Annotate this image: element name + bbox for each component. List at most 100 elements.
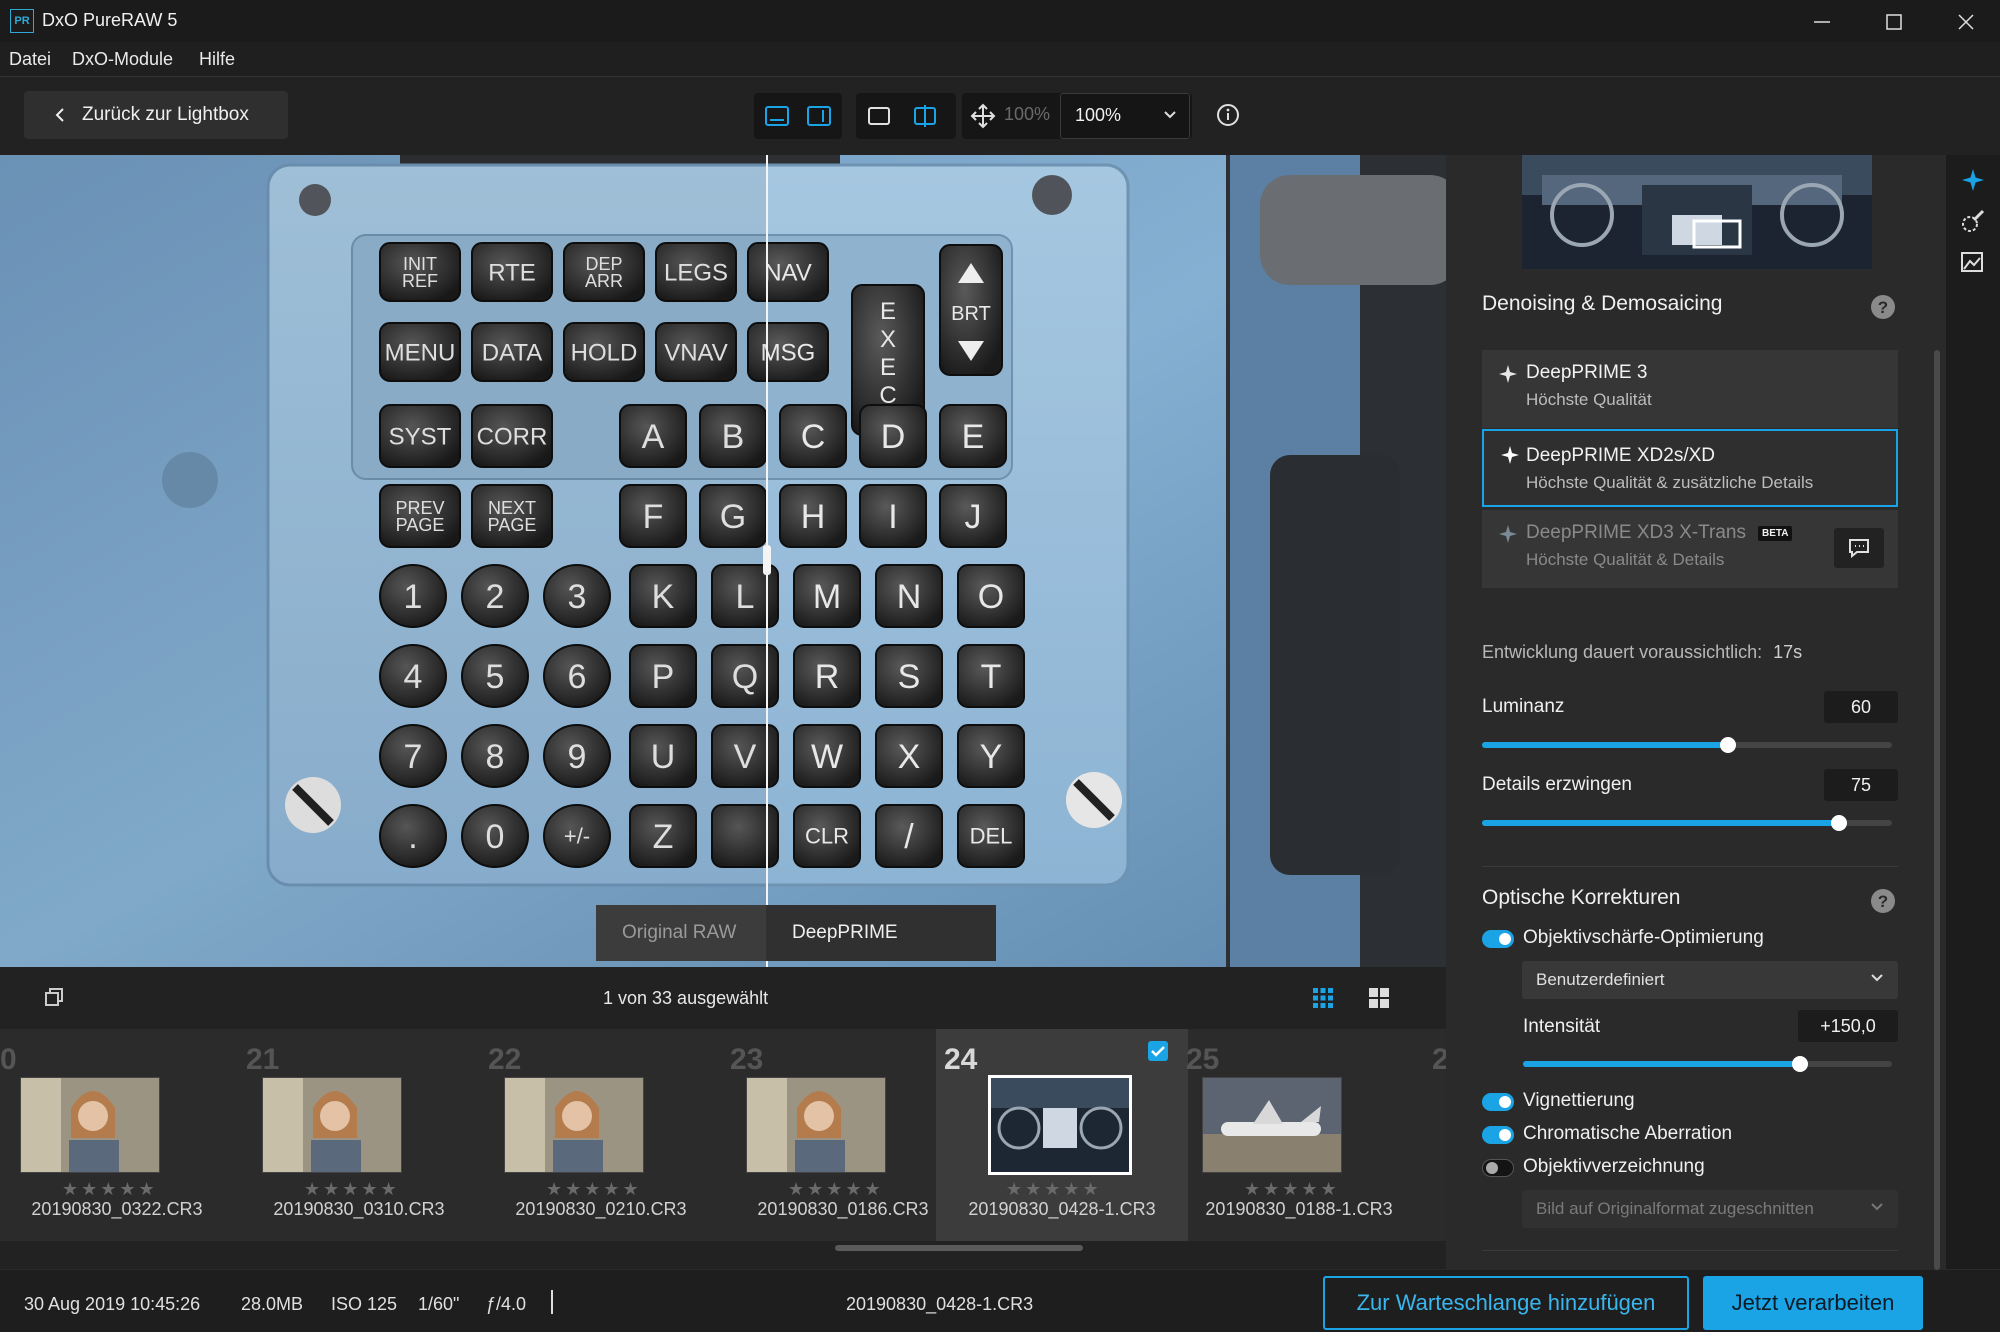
thumbnail-filename: 20190830_0210.CR3 bbox=[515, 1199, 687, 1219]
zoom-fit-label[interactable]: 100% bbox=[1004, 104, 1050, 125]
svg-text:R: R bbox=[815, 658, 840, 696]
app-logo-icon: PR bbox=[10, 9, 34, 33]
estimate-value: 17s bbox=[1773, 642, 1803, 662]
option-deepprime-3[interactable]: DeepPRIME 3 Höchste Qualität bbox=[1482, 350, 1898, 428]
split-compare-button[interactable] bbox=[912, 104, 938, 128]
filmstrip-scrollbar[interactable] bbox=[0, 1241, 1446, 1269]
rating-stars[interactable]: ★★★★★ bbox=[62, 1179, 158, 1200]
maximize-button[interactable] bbox=[1858, 0, 1930, 42]
pan-tool-button[interactable] bbox=[970, 103, 996, 129]
add-to-queue-button[interactable]: Zur Warteschlange hinzufügen bbox=[1323, 1276, 1689, 1330]
details-value-input[interactable]: 75 bbox=[1824, 769, 1898, 801]
optical-help-button[interactable]: ? bbox=[1871, 889, 1895, 913]
menu-hilfe[interactable]: Hilfe bbox=[199, 49, 235, 70]
distortion-toggle[interactable] bbox=[1482, 1159, 1514, 1177]
svg-text:I: I bbox=[888, 498, 897, 536]
distortion-mode-value: Bild auf Originalformat zugeschnitten bbox=[1536, 1199, 1814, 1218]
processed-label: DeepPRIME XD2s/XD bbox=[766, 905, 996, 999]
image-viewer[interactable]: INIT REF RTE DEP ARR LEGS NAV MENU DATA HOLD VNAV M… bbox=[0, 155, 1446, 967]
thumbnail-number: 24 bbox=[944, 1043, 978, 1076]
beta-badge: BETA bbox=[1758, 526, 1793, 541]
panel-scrollbar[interactable] bbox=[1934, 350, 1940, 1270]
luminance-slider-fill bbox=[1482, 742, 1728, 748]
filmstrip-scroll-thumb[interactable] bbox=[835, 1245, 1083, 1251]
menu-dxo-module[interactable]: DxO-Module bbox=[72, 49, 173, 70]
preview-image: INITREF RTE DEPARR LEGS NAVMENU DATA HOLD VNAV M… bbox=[0, 155, 1446, 967]
details-slider[interactable] bbox=[1482, 815, 1892, 831]
rating-stars[interactable]: ★★★★★ bbox=[1244, 1179, 1340, 1200]
title-bar bbox=[0, 0, 2000, 42]
rating-stars[interactable]: ★★★★★ bbox=[788, 1179, 884, 1200]
option-title: DeepPRIME XD3 X-Trans bbox=[1526, 522, 1746, 543]
single-image-button[interactable] bbox=[866, 104, 892, 128]
navigator-image bbox=[1522, 155, 1872, 269]
keypad-key: H bbox=[779, 484, 847, 548]
rating-stars[interactable]: ★★★★★ bbox=[1006, 1179, 1102, 1200]
compare-mode-group bbox=[856, 93, 956, 139]
filmstrip-thumbnail[interactable]: 24 ★★★★★ 20190830_0428-1.CR3 bbox=[936, 1029, 1188, 1241]
detach-window-button[interactable] bbox=[44, 987, 64, 1007]
svg-text:/: / bbox=[904, 818, 914, 856]
thumbnail-number: 22 bbox=[488, 1043, 522, 1076]
details-slider-fill bbox=[1482, 820, 1839, 826]
details-slider-handle[interactable] bbox=[1830, 815, 1847, 831]
thumbnail-number: 25 bbox=[1186, 1043, 1220, 1076]
svg-text:H: H bbox=[801, 498, 826, 536]
chromatic-aberration-toggle[interactable] bbox=[1482, 1126, 1514, 1144]
ai-tools-button[interactable] bbox=[1960, 167, 1986, 193]
feedback-button[interactable] bbox=[1834, 528, 1884, 568]
menu-datei[interactable]: Datei bbox=[9, 49, 51, 70]
sparkle-icon bbox=[1501, 446, 1519, 464]
thumbnail-filename: 20190830_0322.CR3 bbox=[31, 1199, 203, 1219]
filmstrip-thumbnail[interactable]: 23 ★★★★★ 20190830_0186.CR3 bbox=[722, 1029, 964, 1241]
denoise-section-title: Denoising & Demosaicing bbox=[1482, 292, 1723, 315]
close-window-button[interactable] bbox=[1930, 0, 2000, 42]
status-filename: 20190830_0428-1.CR3 bbox=[846, 1294, 1034, 1314]
filmstrip-thumbnail[interactable]: 21 ★★★★★ 20190830_0310.CR3 bbox=[238, 1029, 480, 1241]
brush-icon bbox=[1962, 209, 1985, 232]
iso-value: ISO 125 bbox=[331, 1294, 398, 1314]
filmstrip[interactable]: 0 2 ★★★★★ 20190830_0322.CR3 21 ★★★★★ 2019083… bbox=[0, 1029, 1446, 1241]
toggle-knob bbox=[1499, 1129, 1511, 1141]
option-deepprime-xd2s[interactable]: DeepPRIME XD2s/XD Höchste Qualität & zus… bbox=[1482, 429, 1898, 507]
intensity-slider[interactable] bbox=[1523, 1056, 1892, 1072]
split-handle[interactable] bbox=[763, 545, 771, 575]
svg-text:J: J bbox=[965, 498, 982, 536]
rating-stars[interactable]: ★★★★★ bbox=[546, 1179, 642, 1200]
large-grid-view-button[interactable] bbox=[1368, 987, 1390, 1009]
image-tools-button[interactable] bbox=[1960, 249, 1986, 275]
selection-count: 1 von 33 ausgewählt bbox=[603, 988, 769, 1008]
vignetting-toggle[interactable] bbox=[1482, 1093, 1514, 1111]
selected-checkbox[interactable] bbox=[1148, 1041, 1168, 1061]
navigator-thumbnail[interactable] bbox=[1522, 155, 1872, 269]
sparkle-icon bbox=[1962, 169, 1984, 191]
zoom-dropdown[interactable]: 100% bbox=[1060, 93, 1190, 139]
grid-view-button[interactable] bbox=[1312, 987, 1334, 1009]
processing-estimate: Entwicklung dauert voraussichtlich: 17s bbox=[1482, 642, 1802, 663]
exec-key-letter: E bbox=[880, 354, 896, 381]
intensity-value-input[interactable]: +150,0 bbox=[1798, 1010, 1898, 1042]
option-deepprime-xd3-xtrans: DeepPRIME XD3 X-Trans BETA Höchste Quali… bbox=[1482, 510, 1898, 588]
minimize-button[interactable] bbox=[1786, 0, 1858, 42]
side-panel-view-button[interactable] bbox=[806, 104, 832, 128]
option-subtitle: Höchste Qualität & zusätzliche Details bbox=[1526, 473, 1814, 492]
sharpness-toggle[interactable] bbox=[1482, 930, 1514, 948]
process-now-button[interactable]: Jetzt verarbeiten bbox=[1703, 1276, 1923, 1330]
single-view-button[interactable] bbox=[764, 104, 790, 128]
denoise-help-button[interactable]: ? bbox=[1871, 295, 1895, 319]
status-bar: 30 Aug 2019 10:45:26 28.0MB ISO 125 1/60… bbox=[0, 1269, 2000, 1332]
sharpness-mode-dropdown[interactable]: Benutzerdefiniert bbox=[1522, 961, 1898, 999]
filmstrip-thumbnail[interactable]: 22 ★★★★★ 20190830_0210.CR3 bbox=[480, 1029, 722, 1241]
back-to-lightbox-button[interactable]: Zurück zur Lightbox bbox=[24, 91, 288, 139]
filmstrip-thumbnail[interactable]: 25 ★★★★★ 20190830_0188-1.CR3 bbox=[1178, 1029, 1420, 1241]
retouch-tools-button[interactable] bbox=[1960, 209, 1986, 235]
portrait-thumbnail bbox=[505, 1078, 643, 1172]
rating-stars[interactable]: ★★★★★ bbox=[304, 1179, 400, 1200]
info-button[interactable] bbox=[1216, 103, 1240, 127]
luminance-value-input[interactable]: 60 bbox=[1824, 691, 1898, 723]
filmstrip-thumbnail[interactable]: ★★★★★ 20190830_0322.CR3 bbox=[0, 1029, 238, 1241]
capture-datetime: 30 Aug 2019 10:45:26 bbox=[24, 1294, 201, 1314]
luminance-slider-handle[interactable] bbox=[1720, 737, 1736, 753]
intensity-slider-handle[interactable] bbox=[1791, 1056, 1808, 1072]
luminance-slider[interactable] bbox=[1482, 737, 1892, 753]
